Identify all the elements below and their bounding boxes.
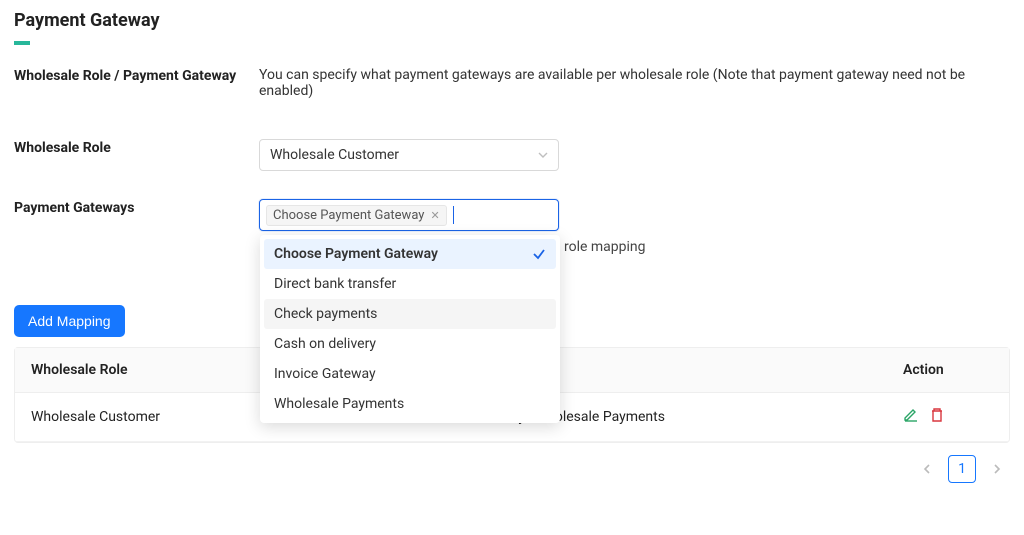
pagination-page-1[interactable]: 1 (948, 455, 976, 483)
payment-gateways-dropdown: Choose Payment Gateway Direct bank trans… (260, 235, 560, 423)
wholesale-role-selected: Wholesale Customer (270, 147, 399, 163)
dropdown-option[interactable]: Cash on delivery (264, 329, 556, 359)
dropdown-option[interactable]: Choose Payment Gateway (264, 239, 556, 269)
dropdown-option[interactable]: Invoice Gateway (264, 359, 556, 389)
table-header-action: Action (903, 362, 993, 378)
pagination-next[interactable] (986, 462, 1008, 476)
payment-gateways-label: Payment Gateways (14, 199, 259, 218)
gateway-hint-text: role mapping (564, 239, 646, 255)
edit-icon[interactable] (903, 407, 919, 423)
table-header-role: Wholesale Role (31, 362, 291, 378)
selected-gateway-tag-label: Choose Payment Gateway (273, 208, 424, 223)
check-icon (532, 247, 546, 261)
dropdown-option-label: Choose Payment Gateway (274, 246, 438, 262)
wholesale-role-label: Wholesale Role (14, 139, 259, 158)
dropdown-option-label: Direct bank transfer (274, 276, 396, 292)
dropdown-option[interactable]: Check payments (264, 299, 556, 329)
selected-gateway-tag[interactable]: Choose Payment Gateway ✕ (266, 205, 447, 226)
section-label: Wholesale Role / Payment Gateway (14, 67, 259, 86)
payment-gateways-multiselect[interactable]: Choose Payment Gateway ✕ Choose Payment … (259, 199, 559, 231)
dropdown-option[interactable]: Direct bank transfer (264, 269, 556, 299)
add-mapping-button[interactable]: Add Mapping (14, 305, 125, 337)
pagination-prev[interactable] (916, 462, 938, 476)
accent-bar (14, 41, 30, 45)
wholesale-role-select[interactable]: Wholesale Customer (259, 139, 559, 171)
page-title: Payment Gateway (14, 10, 1010, 31)
dropdown-option-label: Wholesale Payments (274, 396, 404, 412)
dropdown-option-label: Invoice Gateway (274, 366, 376, 382)
table-cell-role: Wholesale Customer (31, 409, 291, 425)
dropdown-option-label: Check payments (274, 306, 377, 322)
dropdown-option-label: Cash on delivery (274, 336, 376, 352)
remove-tag-icon[interactable]: ✕ (430, 209, 439, 222)
section-description: You can specify what payment gateways ar… (259, 67, 1010, 99)
dropdown-option[interactable]: Wholesale Payments (264, 389, 556, 419)
delete-icon[interactable] (929, 407, 945, 423)
chevron-down-icon (538, 150, 548, 160)
pagination: 1 (14, 443, 1010, 483)
input-caret (453, 206, 454, 224)
